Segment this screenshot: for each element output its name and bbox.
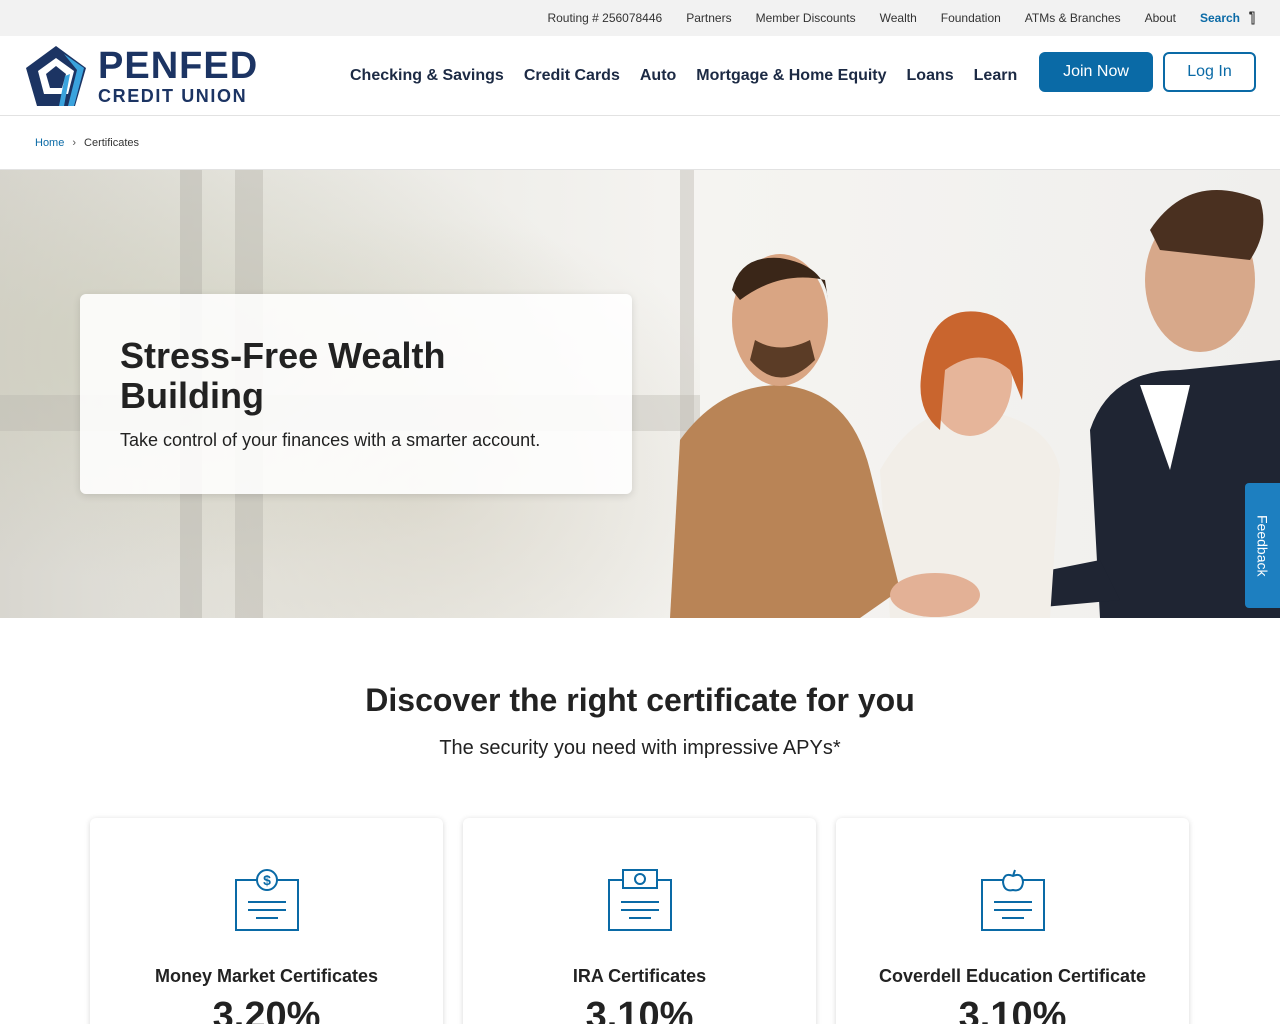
card-money-market[interactable]: $ Money Market Certificates 3.20%	[90, 818, 443, 1024]
card-rate: 3.20%	[212, 995, 321, 1024]
search-label: Search	[1199, 11, 1240, 25]
hero-title: Stress-Free Wealth Building	[120, 335, 446, 416]
join-now-button[interactable]: Join Now	[1039, 52, 1153, 92]
utility-bar: Routing # 256078446 Partners Member Disc…	[0, 0, 1280, 36]
discover-subtitle: The security you need with impressive AP…	[439, 737, 841, 759]
nav-learn[interactable]: Learn	[974, 67, 1018, 85]
log-in-button[interactable]: Log In	[1163, 52, 1256, 92]
breadcrumb: Home › Certificates	[0, 116, 1280, 170]
card-title: IRA Certificates	[572, 966, 707, 986]
discover-section: Discover the right certificate for you T…	[0, 618, 1280, 760]
breadcrumb-home[interactable]: Home	[35, 137, 64, 149]
feedback-tab[interactable]: Feedback	[1245, 483, 1280, 608]
utility-link-member-discounts[interactable]: Member Discounts	[756, 11, 856, 25]
card-title: Money Market Certificates	[154, 966, 379, 986]
nav-credit-cards[interactable]: Credit Cards	[524, 67, 620, 85]
card-rate: 3.10%	[585, 995, 694, 1024]
certificate-cards: $ Money Market Certificates 3.20% IRA Ce…	[90, 818, 1189, 1024]
utility-link-wealth[interactable]: Wealth	[880, 11, 917, 25]
logo-sub-text: CREDIT UNION	[98, 85, 248, 106]
breadcrumb-current: Certificates	[84, 136, 140, 149]
card-title: Coverdell Education Certificate	[878, 966, 1147, 986]
discover-title: Discover the right certificate for you	[365, 682, 915, 718]
card-coverdell[interactable]: Coverdell Education Certificate 3.10%	[836, 818, 1189, 1024]
penfed-logo[interactable]: PENFED CREDIT UNION	[24, 44, 258, 108]
utility-link-partners[interactable]: Partners	[686, 11, 731, 25]
pentagon-logo-icon	[26, 45, 86, 106]
utility-link-foundation[interactable]: Foundation	[941, 11, 1001, 25]
hero-people-image	[670, 190, 1280, 618]
svg-text:$: $	[263, 872, 271, 888]
hero-card: Stress-Free Wealth Building Take control…	[80, 294, 632, 494]
nav-loans[interactable]: Loans	[907, 67, 954, 85]
feedback-label: Feedback	[1254, 514, 1271, 577]
routing-number: Routing # 256078446	[547, 11, 663, 25]
nav-checking-savings[interactable]: Checking & Savings	[350, 67, 504, 85]
utility-link-about[interactable]: About	[1145, 11, 1176, 25]
card-rate: 3.10%	[958, 995, 1067, 1024]
nav-mortgage-home-equity[interactable]: Mortgage & Home Equity	[696, 67, 886, 85]
breadcrumb-separator: ›	[72, 136, 77, 149]
main-header: PENFED CREDIT UNION Checking & Savings C…	[0, 36, 1280, 116]
search-link[interactable]: Search	[1200, 11, 1258, 25]
search-icon	[1249, 11, 1255, 25]
cash-certificate-icon	[607, 869, 672, 931]
utility-link-atms-branches[interactable]: ATMs & Branches	[1025, 11, 1121, 25]
logo-brand-text: PENFED	[98, 44, 259, 87]
primary-nav: Checking & Savings Credit Cards Auto Mor…	[350, 36, 1017, 116]
hero-banner: Stress-Free Wealth Building Take control…	[0, 170, 1280, 618]
nav-auto[interactable]: Auto	[640, 67, 676, 85]
dollar-certificate-icon: $	[234, 869, 299, 931]
card-ira[interactable]: IRA Certificates 3.10%	[463, 818, 816, 1024]
apple-certificate-icon	[980, 869, 1045, 931]
hero-subtitle: Take control of your finances with a sma…	[120, 430, 541, 450]
